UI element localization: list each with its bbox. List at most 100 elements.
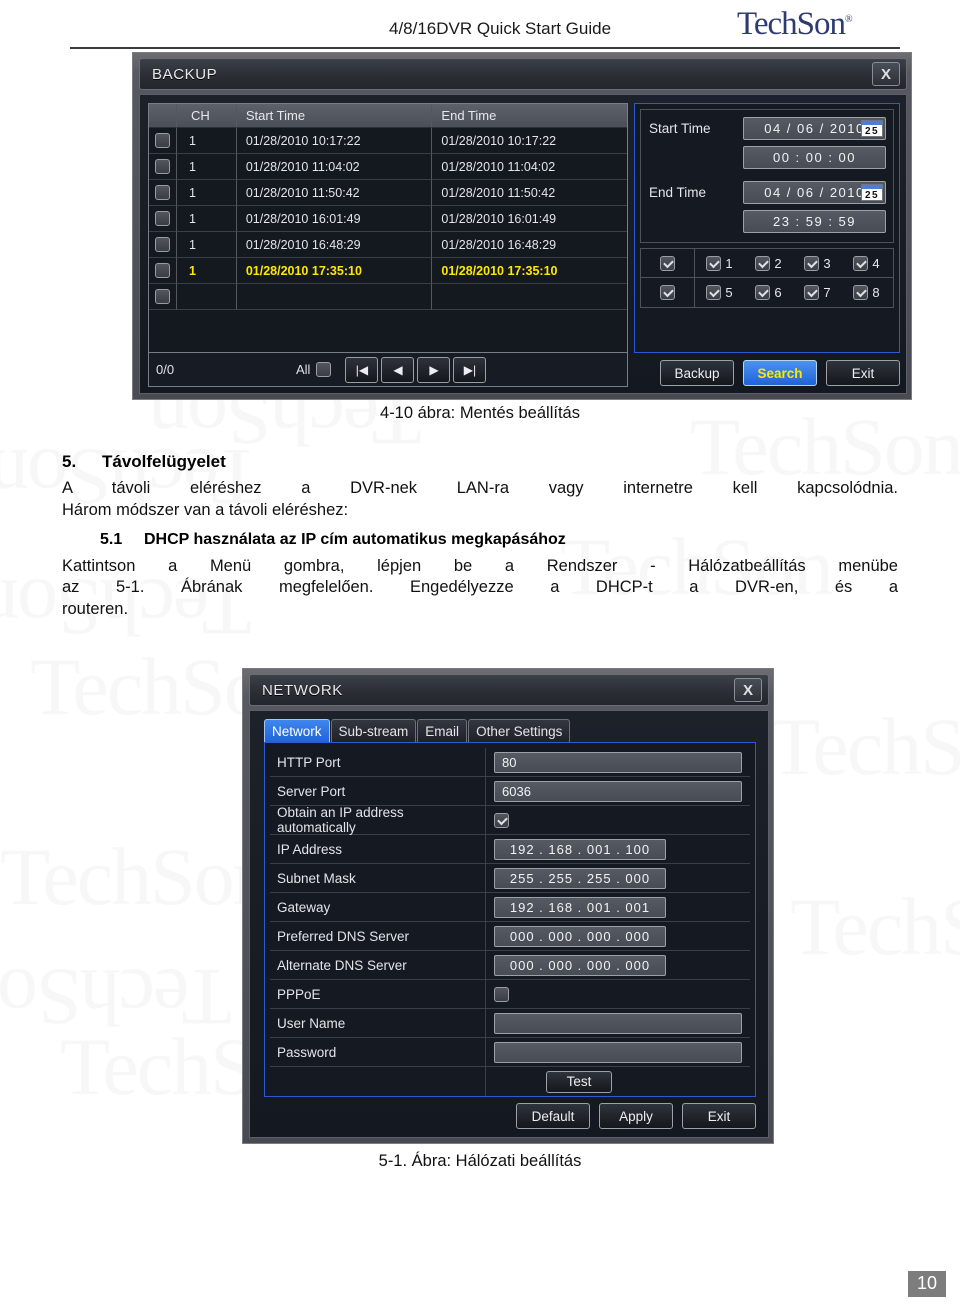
- end-time-label: End Time: [649, 185, 707, 200]
- test-button[interactable]: Test: [546, 1070, 612, 1093]
- ip-address-input[interactable]: 192 . 168 . 001 . 100: [494, 838, 666, 860]
- table-row[interactable]: 1 01/28/2010 11:04:02 01/28/2010 11:04:02: [149, 154, 627, 180]
- tab-network[interactable]: Network: [264, 719, 330, 743]
- checkbox-icon[interactable]: [804, 285, 820, 300]
- checkbox-icon[interactable]: [706, 285, 722, 300]
- row-checkbox-cell[interactable]: [149, 232, 177, 258]
- table-row[interactable]: 1 01/28/2010 10:17:22 01/28/2010 10:17:22: [149, 128, 627, 154]
- start-date-field[interactable]: 04 / 06 / 2010 25: [743, 117, 886, 140]
- gateway-input[interactable]: 192 . 168 . 001 . 001: [494, 896, 666, 918]
- row-checkbox-cell[interactable]: [149, 206, 177, 232]
- tab-other-settings[interactable]: Other Settings: [468, 719, 571, 743]
- field-row-subnet-mask: Subnet Mask 255 . 255 . 255 . 000: [270, 864, 750, 893]
- pppoe-checkbox[interactable]: [494, 986, 509, 1002]
- apply-button[interactable]: Apply: [599, 1103, 673, 1129]
- exit-button[interactable]: Exit: [826, 360, 900, 386]
- channel-row-1-all[interactable]: [641, 249, 695, 277]
- tab-email[interactable]: Email: [417, 719, 468, 743]
- channel-checkbox-6[interactable]: 6: [744, 285, 793, 300]
- row-checkbox-cell[interactable]: [149, 154, 177, 180]
- end-date-field[interactable]: 04 / 06 / 2010 25: [743, 181, 886, 204]
- field-row-alternate-dns-server: Alternate DNS Server 000 . 000 . 000 . 00…: [270, 951, 750, 980]
- cell-start-time: 01/28/2010 16:48:29: [236, 232, 433, 258]
- channel-checkbox-3[interactable]: 3: [793, 255, 842, 271]
- user-name-input[interactable]: [494, 1012, 742, 1034]
- next-page-icon[interactable]: ▶: [417, 356, 451, 383]
- password-input[interactable]: [494, 1041, 742, 1063]
- row-checkbox[interactable]: [154, 289, 170, 304]
- pager-nav-group: |◀ ◀ ▶ ▶|: [345, 356, 489, 383]
- row-checkbox[interactable]: [154, 237, 170, 252]
- row-checkbox[interactable]: [154, 185, 170, 200]
- checkbox-icon[interactable]: [804, 255, 820, 271]
- server-port-input[interactable]: 6036: [494, 780, 742, 802]
- channel-checkbox-5[interactable]: 5: [695, 285, 744, 300]
- preferred-dns-server-input[interactable]: 000 . 000 . 000 . 000: [494, 925, 666, 947]
- figure-caption-1: 4-10 ábra: Mentés beállítás: [380, 404, 580, 422]
- network-tabs: Network Sub-stream Email Other Settings: [264, 719, 571, 743]
- backup-button[interactable]: Backup: [660, 360, 734, 386]
- channel-checkbox-2[interactable]: 2: [744, 255, 793, 271]
- row-checkbox[interactable]: [154, 263, 170, 278]
- checkbox-icon[interactable]: [853, 285, 869, 300]
- select-all-checkbox[interactable]: [316, 362, 332, 377]
- paragraph-5: routeren.: [62, 600, 129, 619]
- table-row[interactable]: 1 01/28/2010 16:01:49 01/28/2010 16:01:49: [149, 206, 627, 232]
- checkbox-icon[interactable]: [853, 255, 869, 271]
- channel-checkbox-1[interactable]: 1: [695, 255, 744, 271]
- logo-text: TechSon: [737, 6, 846, 42]
- field-label: [270, 1067, 486, 1096]
- alternate-dns-server-input[interactable]: 000 . 000 . 000 . 000: [494, 954, 666, 976]
- channel-checkbox-4[interactable]: 4: [842, 255, 891, 271]
- network-dialog-body: Network Sub-stream Email Other Settings HTT…: [249, 710, 769, 1138]
- cell-ch: 1: [176, 206, 237, 232]
- calendar-icon[interactable]: 25: [861, 120, 883, 137]
- subnet-mask-input[interactable]: 255 . 255 . 255 . 000: [494, 867, 666, 889]
- table-row[interactable]: 1 01/28/2010 17:35:10 01/28/2010 17:35:10: [149, 258, 627, 284]
- first-page-icon[interactable]: |◀: [345, 356, 379, 383]
- checkbox-icon[interactable]: [755, 285, 771, 300]
- page-count-label: 0/0: [156, 362, 175, 377]
- page-header: 4/8/16DVR Quick Start Guide TechSon®: [0, 0, 960, 52]
- row-checkbox[interactable]: [154, 159, 170, 174]
- table-row[interactable]: [149, 284, 627, 310]
- end-date-value: 04 / 06 / 2010: [764, 185, 865, 200]
- field-label: IP Address: [270, 835, 486, 863]
- checkbox-icon[interactable]: [755, 255, 771, 271]
- calendar-icon[interactable]: 25: [861, 184, 883, 201]
- field-value: Test: [486, 1067, 750, 1096]
- default-button[interactable]: Default: [516, 1103, 590, 1129]
- table-row[interactable]: 1 01/28/2010 16:48:29 01/28/2010 16:48:29: [149, 232, 627, 258]
- row-checkbox[interactable]: [154, 211, 170, 226]
- start-clock-field[interactable]: 00 : 00 : 00: [743, 146, 886, 169]
- section-heading: 5. Távolfelügyelet: [62, 452, 898, 472]
- close-icon[interactable]: X: [734, 678, 762, 702]
- row-checkbox-cell[interactable]: [149, 258, 177, 284]
- http-port-input[interactable]: 80: [494, 751, 742, 773]
- cell-ch: 1: [176, 258, 237, 284]
- close-icon[interactable]: X: [872, 62, 900, 86]
- search-button[interactable]: Search: [743, 360, 817, 386]
- field-label: User Name: [270, 1009, 486, 1037]
- channel-checkbox-7[interactable]: 7: [793, 285, 842, 300]
- tab-sub-stream[interactable]: Sub-stream: [330, 719, 417, 743]
- exit-button[interactable]: Exit: [682, 1103, 756, 1129]
- channel-row-2-all[interactable]: [641, 278, 695, 307]
- row-checkbox-cell[interactable]: [149, 180, 177, 206]
- row-checkbox-cell[interactable]: [149, 284, 177, 310]
- table-row[interactable]: 1 01/28/2010 11:50:42 01/28/2010 11:50:42: [149, 180, 627, 206]
- field-row-test: Test: [270, 1067, 750, 1096]
- prev-page-icon[interactable]: ◀: [381, 356, 415, 383]
- field-row-server-port: Server Port 6036: [270, 777, 750, 806]
- row-checkbox[interactable]: [154, 133, 170, 148]
- cell-ch: 1: [176, 232, 237, 258]
- checkbox-icon[interactable]: [706, 255, 722, 271]
- obtain-an-ip-address-automatically-checkbox[interactable]: [494, 812, 509, 828]
- channel-label: 3: [823, 255, 831, 271]
- backup-action-buttons: Backup Search Exit: [634, 360, 900, 388]
- channel-checkbox-8[interactable]: 8: [842, 285, 891, 300]
- end-clock-field[interactable]: 23 : 59 : 59: [743, 210, 886, 233]
- last-page-icon[interactable]: ▶|: [453, 356, 487, 383]
- cell-start-time: 01/28/2010 17:35:10: [236, 258, 433, 284]
- row-checkbox-cell[interactable]: [149, 128, 177, 154]
